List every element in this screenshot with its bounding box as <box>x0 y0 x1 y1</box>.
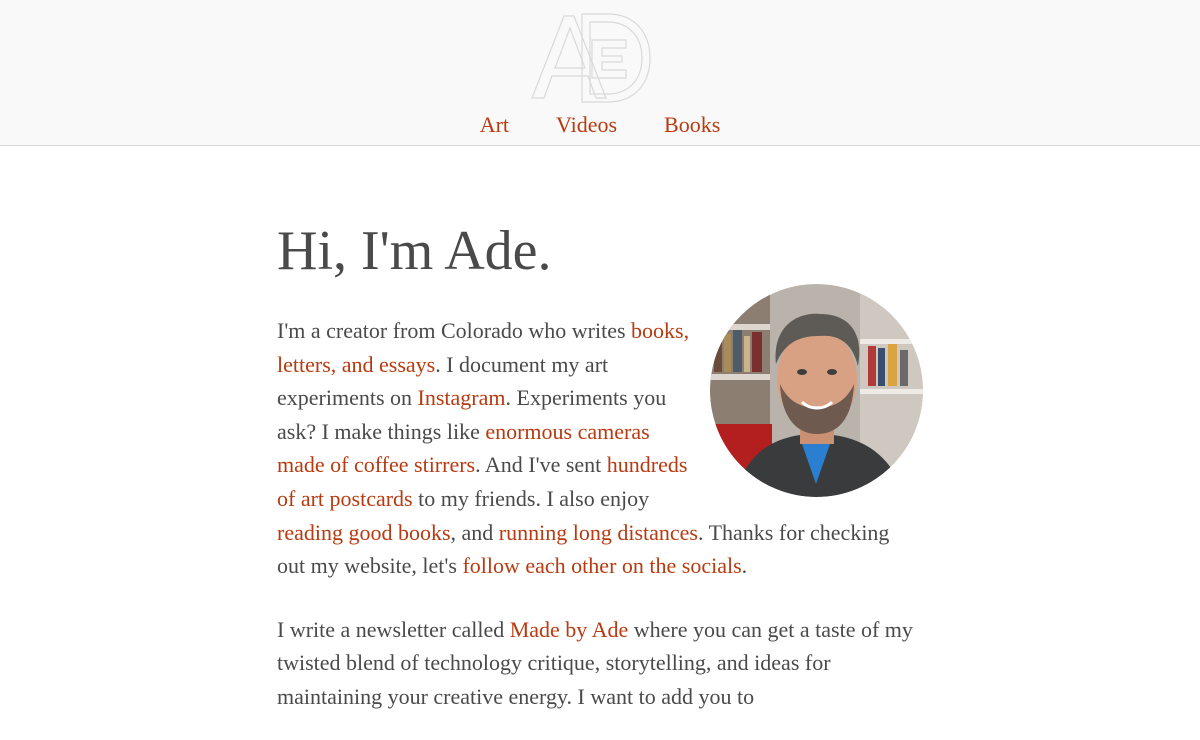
nav-link-videos[interactable]: Videos <box>556 112 617 137</box>
newsletter-paragraph: I write a newsletter called Made by Ade … <box>277 613 923 714</box>
made-by-ade-link[interactable]: Made by Ade <box>510 617 629 642</box>
intro-text: , and <box>450 519 499 545</box>
portrait-photo <box>710 284 923 497</box>
intro-text: . And I've sent <box>475 452 607 478</box>
site-header: Art Videos Books <box>0 0 1200 146</box>
intro-text: I'm a creator from Colorado who writes <box>277 318 632 343</box>
newsletter-text: I write a newsletter called <box>277 616 510 642</box>
page-title: Hi, I'm Ade. <box>277 220 552 282</box>
instagram-link[interactable]: Instagram <box>418 385 506 410</box>
socials-link[interactable]: follow each other on the socials <box>462 553 741 578</box>
ade-logo-icon[interactable] <box>530 12 654 104</box>
main-nav: Art Videos Books <box>0 110 1200 141</box>
nav-link-art[interactable]: Art <box>480 112 509 137</box>
intro-paragraph: I'm a creator from Colorado who writes b… <box>277 284 923 583</box>
running-link[interactable]: running long distances <box>499 520 698 545</box>
intro-text: . <box>741 553 748 579</box>
reading-books-link[interactable]: reading good books <box>277 520 451 545</box>
nav-link-books[interactable]: Books <box>664 112 720 137</box>
intro-text: to my friends. I also enjoy <box>412 485 650 511</box>
main-content: Hi, I'm Ade. I'm a creator from Colorado… <box>277 218 923 714</box>
